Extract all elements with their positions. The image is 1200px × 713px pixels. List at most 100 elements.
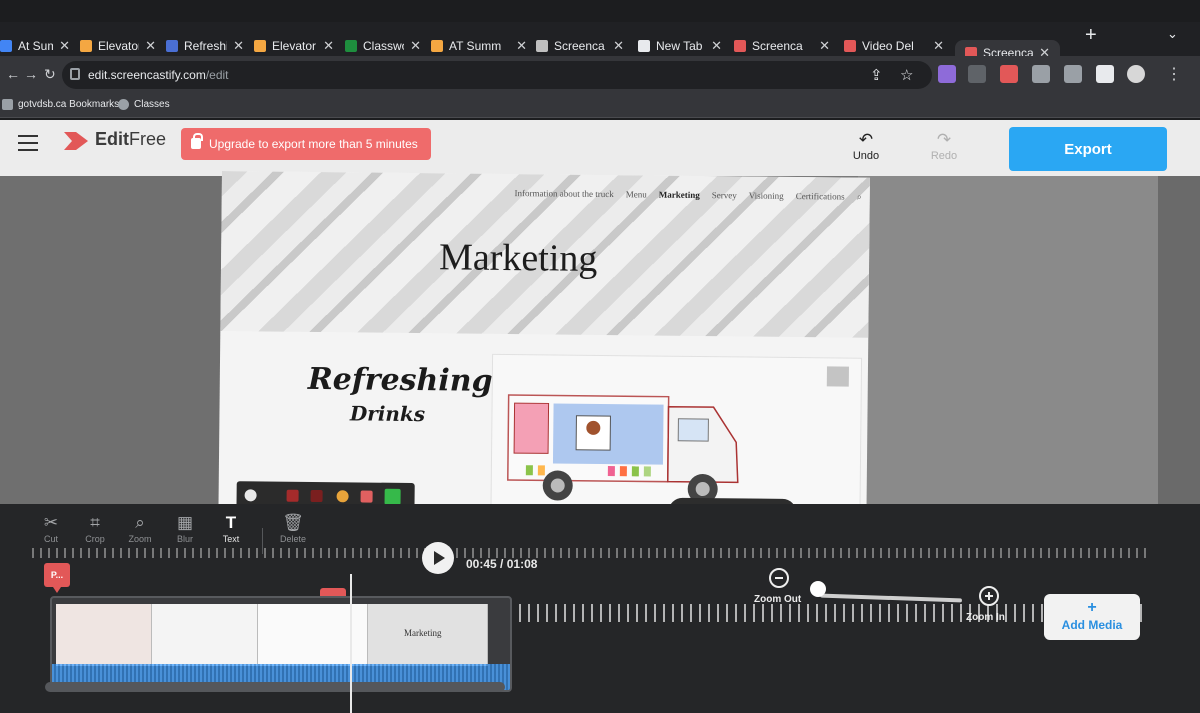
close-tab-icon[interactable]: ✕: [410, 38, 421, 54]
zoom-slider-handle[interactable]: [810, 581, 826, 597]
browser-tab[interactable]: Elevator F ✕: [80, 34, 156, 58]
export-button[interactable]: Export: [1009, 127, 1167, 171]
tab-title: Elevator F: [272, 39, 317, 53]
close-tab-icon[interactable]: ✕: [711, 38, 722, 54]
text-tool[interactable]: T Text: [208, 512, 254, 544]
cut-tool[interactable]: ✂ Cut: [28, 512, 74, 544]
side-panel-icon[interactable]: [1096, 65, 1114, 83]
workspace-left-area: [0, 176, 222, 506]
bookmark-star-icon[interactable]: ☆: [900, 66, 913, 84]
bookmarks-bar: gotvdsb.ca Bookmarks Classes: [0, 94, 1200, 118]
extension-icon-1[interactable]: [938, 65, 956, 83]
close-tab-icon[interactable]: ✕: [933, 38, 944, 54]
scissors-icon: ✂: [43, 513, 59, 532]
delete-tool[interactable]: 🗑 Delete: [270, 512, 316, 544]
play-button[interactable]: [422, 542, 454, 574]
back-icon[interactable]: ←: [6, 66, 20, 82]
website-hero-banner: Information about the truck Menu Marketing…: [220, 171, 870, 338]
timeline-panel: ✂ Cut ⌗ Crop ⌕ Zoom ▦ Blur T Text 🗑 Delete 00:…: [0, 504, 1200, 713]
clip-thumbnail-title: Marketing: [404, 628, 442, 638]
tab-favicon-icon: [844, 40, 856, 52]
share-icon[interactable]: ⇪: [870, 66, 883, 84]
website-nav-item: Menu: [625, 189, 647, 200]
browser-tab[interactable]: New Tab ✕: [638, 34, 722, 58]
blur-tool[interactable]: ▦ Blur: [162, 512, 208, 544]
browser-tab[interactable]: AT Summ ✕: [431, 34, 527, 58]
browser-tab[interactable]: Screenca ✕: [536, 34, 624, 58]
brand-line-2: Drinks: [349, 401, 426, 427]
browser-tab[interactable]: Screenca ✕: [734, 34, 830, 58]
tab-title: Refreshin: [184, 39, 227, 53]
upgrade-button[interactable]: Upgrade to export more than 5 minutes: [181, 128, 431, 160]
zoom-in-icon[interactable]: [979, 586, 999, 606]
tab-title: At Summ: [18, 39, 54, 53]
add-media-button[interactable]: + Add Media: [1044, 594, 1140, 640]
undo-label: Undo: [852, 150, 880, 162]
timeline-scrollbar[interactable]: [45, 682, 505, 692]
url-text: edit.screencastify.com/edit: [88, 68, 229, 82]
website-nav-item: Visioning: [748, 190, 784, 201]
browser-tab[interactable]: Refreshin ✕: [166, 34, 244, 58]
new-tab-icon[interactable]: +: [1085, 24, 1097, 47]
website-nav-item: Information about the truck: [514, 188, 614, 200]
editor-header: EditFree Upgrade to export more than 5 m…: [0, 120, 1200, 176]
browser-tab[interactable]: Elevator F ✕: [254, 34, 334, 58]
redo-icon: ↷: [936, 130, 952, 149]
undo-button[interactable]: ↶ Undo: [836, 130, 896, 162]
add-media-label: Add Media: [1061, 618, 1123, 632]
zoom-tool[interactable]: ⌕ Zoom: [117, 512, 163, 544]
tab-favicon-icon: [0, 40, 12, 52]
tab-title: Elevator F: [98, 39, 140, 53]
screencastify-extension-icon[interactable]: [1000, 65, 1018, 83]
trash-icon: 🗑: [282, 513, 304, 532]
tab-favicon-icon: [431, 40, 443, 52]
tab-favicon-icon: [254, 40, 266, 52]
bookmark-classes[interactable]: Classes: [118, 99, 170, 110]
hamburger-menu-icon[interactable]: [18, 135, 38, 151]
timeline-start-marker[interactable]: P...: [44, 563, 70, 593]
lock-icon: [191, 133, 203, 149]
reload-icon[interactable]: ↻: [44, 66, 56, 83]
time-readout: 00:45 / 01:08: [466, 557, 538, 571]
browser-menu-icon[interactable]: ⋮: [1166, 64, 1182, 84]
profile-avatar[interactable]: [1127, 65, 1145, 83]
screen: At Summ ✕ Elevator F ✕ Refreshin ✕ Elevator F ✕…: [0, 0, 1200, 713]
camera-icon: [244, 489, 257, 502]
crop-icon: ⌗: [90, 513, 100, 532]
extension-icon-2[interactable]: [968, 65, 986, 83]
browser-tab[interactable]: At Summ ✕: [0, 34, 70, 58]
bookmark-gotvdsb[interactable]: gotvdsb.ca Bookmarks: [2, 99, 119, 110]
close-tab-icon[interactable]: ✕: [516, 38, 527, 54]
redo-button[interactable]: ↷ Redo: [914, 130, 974, 162]
image-corner-icon: [826, 366, 849, 387]
browser-tab[interactable]: Classwork ✕: [345, 34, 421, 58]
close-tab-icon[interactable]: ✕: [819, 38, 830, 54]
close-tab-icon[interactable]: ✕: [613, 38, 624, 54]
tab-title: Screenca: [554, 39, 605, 53]
clip-thumbnail: [56, 604, 152, 666]
video-clip-track[interactable]: Marketing: [50, 596, 512, 692]
forward-icon[interactable]: →: [24, 66, 38, 82]
undo-icon: ↶: [858, 130, 874, 149]
crop-tool[interactable]: ⌗ Crop: [72, 512, 118, 544]
media-control-icon[interactable]: [1064, 65, 1082, 83]
close-tab-icon[interactable]: ✕: [233, 38, 244, 54]
tab-search-icon[interactable]: ⌄: [1167, 26, 1178, 42]
puzzle-icon[interactable]: [1032, 65, 1050, 83]
close-tab-icon[interactable]: ✕: [59, 38, 70, 54]
brand-line-1: Refreshing: [307, 361, 493, 399]
tab-title: AT Summ: [449, 39, 502, 53]
browser-tab[interactable]: Video Del ✕: [844, 34, 944, 58]
close-tab-icon[interactable]: ✕: [145, 38, 156, 54]
zoom-out-icon[interactable]: [769, 568, 789, 588]
clip-thumbnail: [152, 604, 258, 666]
zoom-in-label: Zoom In: [966, 612, 1005, 623]
zoom-slider[interactable]: [819, 593, 963, 603]
app-logo-text: EditFree: [95, 129, 167, 149]
upgrade-label: Upgrade to export more than 5 minutes: [209, 137, 418, 151]
website-nav: Information about the truck Menu Marketing…: [514, 188, 861, 203]
zoom-out-label: Zoom Out: [754, 594, 802, 605]
address-bar[interactable]: edit.screencastify.com/edit ⇪ ☆: [62, 61, 932, 89]
playhead-line[interactable]: [350, 574, 352, 713]
close-tab-icon[interactable]: ✕: [323, 38, 334, 54]
